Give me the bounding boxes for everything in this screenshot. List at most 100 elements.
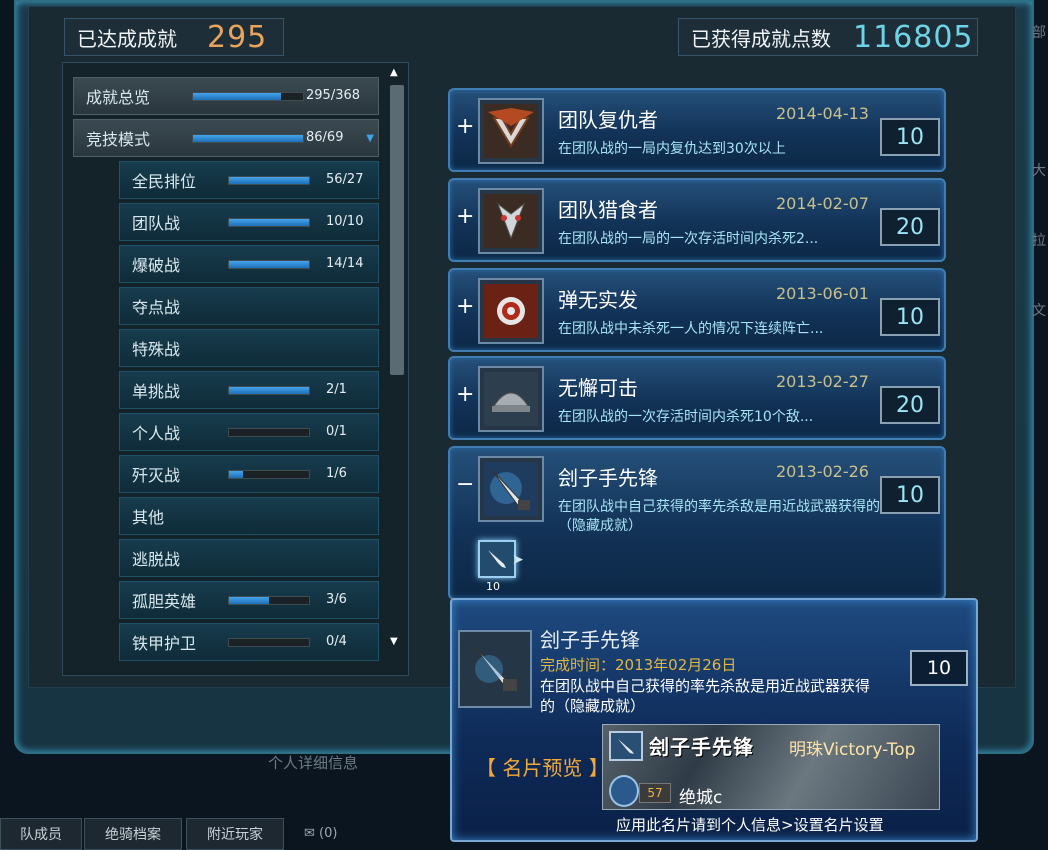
tree-item[interactable]: 夺点战 <box>119 287 379 325</box>
expand-arrow-icon[interactable]: ▼ <box>366 133 374 144</box>
tree-item-label: 爆破战 <box>132 256 181 275</box>
expand-toggle[interactable]: + <box>456 294 474 319</box>
side-glyph: 拉 <box>1032 233 1046 249</box>
mail-icon: ✉ <box>304 826 315 841</box>
tree-item-label: 夺点战 <box>132 298 181 317</box>
expand-toggle[interactable]: − <box>456 472 474 497</box>
card-user: 绝城c <box>679 788 723 808</box>
card-badge-icon[interactable] <box>478 540 516 578</box>
points-count-box: 已获得成就点数 116805 <box>678 18 978 56</box>
tree-item-label: 团队战 <box>132 214 181 233</box>
scroll-thumb[interactable] <box>390 85 404 375</box>
progress-bar <box>228 176 310 185</box>
knife-mini-icon <box>609 731 643 761</box>
personal-info-link[interactable]: 个人详细信息 <box>268 752 358 773</box>
achieved-value: 295 <box>207 19 268 55</box>
progress-bar <box>192 92 304 101</box>
tree-item[interactable]: 孤胆英雄 3/6 <box>119 581 379 619</box>
scroll-up-icon[interactable]: ▲ <box>390 67 398 78</box>
progress-bar <box>192 134 304 143</box>
mouse-cursor-icon: ➤ <box>512 552 524 568</box>
tree-item[interactable]: 单挑战 2/1 <box>119 371 379 409</box>
tree-item-count: 56/27 <box>326 172 364 187</box>
tree-item-count: 0/1 <box>326 424 347 439</box>
tree-item[interactable]: 个人战 0/1 <box>119 413 379 451</box>
side-glyph: 文 <box>1032 303 1046 319</box>
achievement-date: 2014-02-07 <box>776 194 869 213</box>
tree-item-label: 单挑战 <box>132 382 181 401</box>
tree-item[interactable]: 其他 <box>119 497 379 535</box>
progress-bar <box>228 428 310 437</box>
progress-bar <box>228 596 310 605</box>
mail-count[interactable]: ✉ (0) <box>304 826 337 841</box>
bottom-tabs: 队成员 绝骑档案 附近玩家 <box>0 818 440 850</box>
achieved-count-box: 已达成成就 295 <box>64 18 284 56</box>
achievement-points: 10 <box>880 118 940 156</box>
achievement-badge-icon <box>478 98 544 164</box>
tooltip-desc: 在团队战中自己获得的率先杀敌是用近战武器获得的（隐藏成就） <box>540 677 871 715</box>
tab-nearby[interactable]: 附近玩家 <box>186 818 284 850</box>
achievement-card[interactable]: + 团队复仇者 2014-04-13 在团队战的一局内复仇达到30次以上 10 <box>448 88 946 172</box>
tab-team-members[interactable]: 队成员 <box>0 818 82 850</box>
category-tree: 成就总览 295/368 竞技模式 86/69 ▼ 全民排位 56/27 团队战 10/10 爆破… <box>62 62 409 676</box>
achievement-card[interactable]: + 无懈可击 2013-02-27 在团队战的一次存活时间内杀死10个敌... 20 <box>448 356 946 440</box>
achievement-card[interactable]: + 团队猎食者 2014-02-07 在团队战的一局的一次存活时间内杀死2... 20 <box>448 178 946 262</box>
tree-item[interactable]: 逃脱战 <box>119 539 379 577</box>
points-label: 已获得成就点数 <box>691 26 831 51</box>
scroll-down-icon[interactable]: ▼ <box>390 636 398 647</box>
tree-item[interactable]: 全民排位 56/27 <box>119 161 379 199</box>
tree-scrollbar[interactable]: ▲ ▼ <box>388 67 404 671</box>
tree-item-count: 1/6 <box>326 466 347 481</box>
progress-bar <box>228 470 310 479</box>
achievement-desc: 在团队战中自己获得的率先杀敌是用近战武器获得的（隐藏成就） <box>558 499 880 534</box>
tooltip-time: 完成时间：2013年02月26日 <box>540 656 737 674</box>
tree-item-count: 295/368 <box>306 88 361 103</box>
progress-bar <box>228 260 310 269</box>
card-player-name: 明珠Victory-Top <box>789 740 916 760</box>
tree-item-label: 竞技模式 <box>86 130 151 149</box>
achievement-badge-icon <box>478 366 544 432</box>
badge-points: 10 <box>486 580 500 593</box>
tree-item-count: 3/6 <box>326 592 347 607</box>
tree-item-count: 10/10 <box>326 214 364 229</box>
tree-item-count: 86/69 <box>306 130 344 145</box>
achievement-desc: 在团队战中未杀死一人的情况下连续阵亡... <box>558 321 824 337</box>
tree-item-count: 2/1 <box>326 382 347 397</box>
tree-item[interactable]: 歼灭战 1/6 <box>119 455 379 493</box>
expand-toggle[interactable]: + <box>456 382 474 407</box>
tree-item-count: 0/4 <box>326 634 347 649</box>
progress-bar <box>228 218 310 227</box>
achievement-badge-icon <box>478 456 544 522</box>
achievement-points: 20 <box>880 386 940 424</box>
expand-toggle[interactable]: + <box>456 204 474 229</box>
achievement-points: 10 <box>880 298 940 336</box>
tree-item[interactable]: 爆破战 14/14 <box>119 245 379 283</box>
tree-item[interactable]: 团队战 10/10 <box>119 203 379 241</box>
points-value: 116805 <box>853 19 974 55</box>
tooltip-hint: 应用此名片请到个人信息>设置名片设置 <box>616 816 884 834</box>
achievement-date: 2014-04-13 <box>776 104 869 123</box>
tree-item-count: 14/14 <box>326 256 364 271</box>
achievement-card[interactable]: − 刽子手先锋 2013-02-26 在团队战中自己获得的率先杀敌是用近战武器获得的（… <box>448 446 946 600</box>
name-card-preview: 刽子手先锋 明珠Victory-Top 57 绝城c <box>602 724 940 810</box>
tree-item[interactable]: 竞技模式 86/69 ▼ <box>73 119 379 157</box>
card-title: 刽子手先锋 <box>649 735 754 759</box>
achievement-title: 团队猎食者 <box>558 198 658 222</box>
tree-item[interactable]: 成就总览 295/368 <box>73 77 379 115</box>
card-preview-label: 【 名片预览 】 <box>476 756 609 780</box>
tree-item[interactable]: 铁甲护卫 0/4 <box>119 623 379 661</box>
achievement-title: 无懈可击 <box>558 376 638 400</box>
achievement-badge-icon <box>478 188 544 254</box>
achievement-card[interactable]: + 弹无实发 2013-06-01 在团队战中未杀死一人的情况下连续阵亡... 10 <box>448 268 946 352</box>
expand-toggle[interactable]: + <box>456 114 474 139</box>
tree-item[interactable]: 特殊战 <box>119 329 379 367</box>
achievement-title: 团队复仇者 <box>558 108 658 132</box>
tree-item-label: 全民排位 <box>132 172 197 191</box>
side-glyph: 部 <box>1032 25 1046 41</box>
tree-item-label: 孤胆英雄 <box>132 592 197 611</box>
achievement-desc: 在团队战的一局的一次存活时间内杀死2... <box>558 231 819 247</box>
tree-item-label: 个人战 <box>132 424 181 443</box>
tab-archive[interactable]: 绝骑档案 <box>84 818 182 850</box>
achievement-date: 2013-02-27 <box>776 372 869 391</box>
card-level: 57 <box>639 783 671 803</box>
